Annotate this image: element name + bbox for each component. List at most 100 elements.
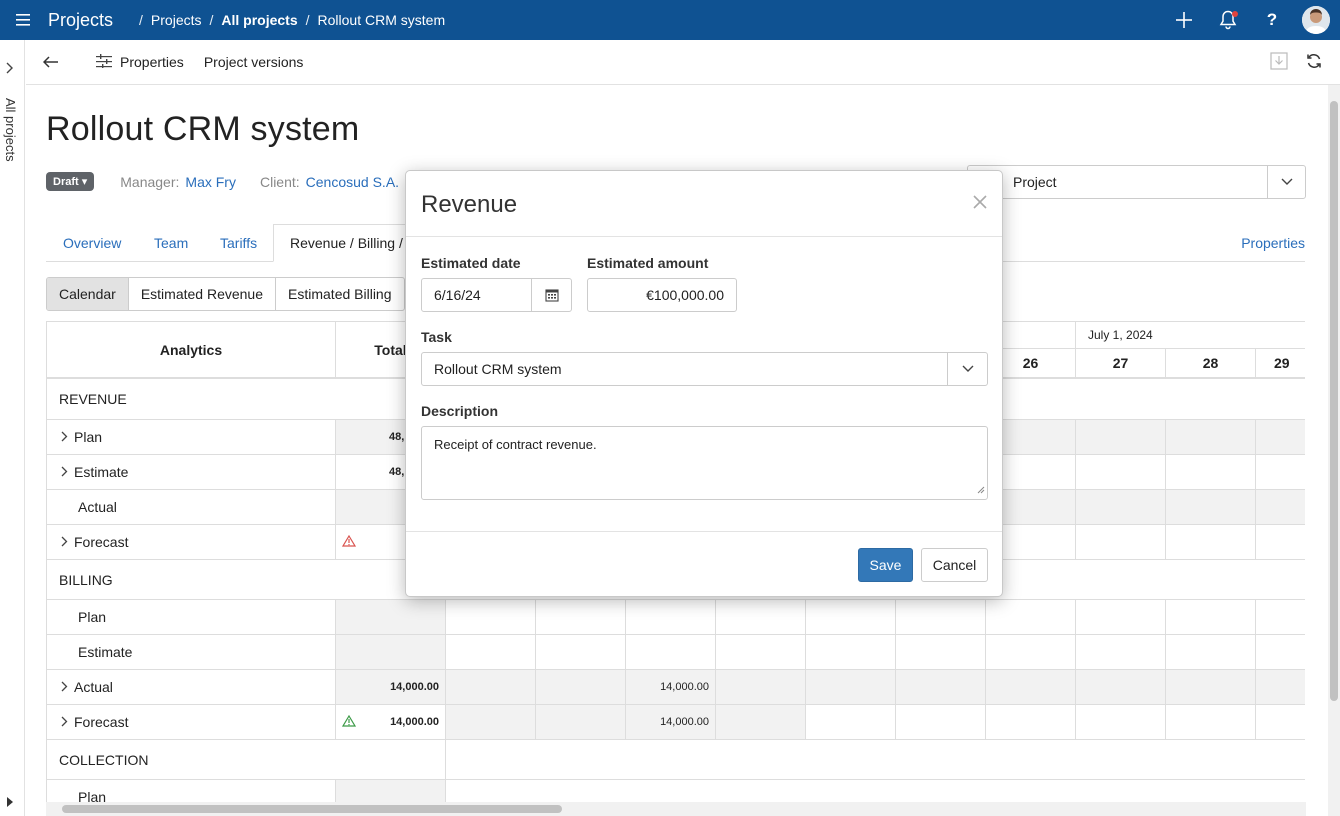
vertical-scrollbar[interactable] xyxy=(1328,85,1340,816)
grid-cell[interactable] xyxy=(1166,420,1256,455)
manager-link[interactable]: Max Fry xyxy=(185,174,236,190)
grid-cell[interactable] xyxy=(806,670,896,705)
grid-cell[interactable] xyxy=(1166,635,1256,670)
breadcrumb-all-projects[interactable]: All projects xyxy=(221,12,297,28)
grid-cell[interactable] xyxy=(1166,705,1256,740)
estimated-amount-field[interactable]: €100,000.00 xyxy=(587,278,737,312)
grid-cell[interactable] xyxy=(536,670,626,705)
tab-revenue-billing[interactable]: Revenue / Billing / xyxy=(273,224,420,262)
grid-cell[interactable] xyxy=(716,600,806,635)
save-button[interactable]: Save xyxy=(858,548,913,582)
row-label-plan[interactable]: Plan xyxy=(47,420,336,455)
grid-cell[interactable]: 14,000.00 xyxy=(626,705,716,740)
calendar-icon[interactable] xyxy=(531,279,571,311)
expand-chevron-icon[interactable] xyxy=(61,429,68,445)
grid-cell[interactable] xyxy=(1166,455,1256,490)
scroll-right-icon[interactable] xyxy=(7,797,13,810)
grid-cell[interactable] xyxy=(626,600,716,635)
expand-chevron-icon[interactable] xyxy=(61,534,68,550)
grid-cell[interactable] xyxy=(896,705,986,740)
menu-icon[interactable] xyxy=(0,0,48,40)
chevron-down-icon[interactable] xyxy=(947,353,987,385)
row-label-actual[interactable]: Actual xyxy=(47,670,336,705)
expand-chevron-icon[interactable] xyxy=(6,62,14,77)
status-badge[interactable]: Draft ▾ xyxy=(46,172,95,191)
grid-cell[interactable] xyxy=(1076,705,1166,740)
grid-cell[interactable] xyxy=(1076,490,1166,525)
grid-cell[interactable]: 14,000.00 xyxy=(626,670,716,705)
bell-icon[interactable] xyxy=(1206,0,1250,40)
grid-cell[interactable] xyxy=(1256,525,1305,560)
grid-cell[interactable] xyxy=(986,670,1076,705)
grid-cell[interactable] xyxy=(1166,670,1256,705)
grid-cell[interactable] xyxy=(986,600,1076,635)
grid-cell[interactable] xyxy=(536,635,626,670)
grid-cell[interactable] xyxy=(716,635,806,670)
grid-cell[interactable] xyxy=(1076,670,1166,705)
segment-estimated-revenue[interactable]: Estimated Revenue xyxy=(129,278,277,310)
client-link[interactable]: Cencosud S.A. xyxy=(306,174,399,190)
expand-chevron-icon[interactable] xyxy=(61,714,68,730)
segment-estimated-billing[interactable]: Estimated Billing xyxy=(276,278,404,310)
grid-cell[interactable] xyxy=(716,670,806,705)
rail-label[interactable]: All projects xyxy=(3,98,18,162)
horizontal-scrollbar[interactable] xyxy=(46,802,1306,816)
grid-cell[interactable] xyxy=(1256,455,1305,490)
scroll-thumb[interactable] xyxy=(1330,101,1338,701)
estimated-date-field[interactable]: 6/16/24 xyxy=(421,278,572,312)
tab-overview[interactable]: Overview xyxy=(63,224,121,262)
grid-cell[interactable] xyxy=(1076,600,1166,635)
grid-cell[interactable] xyxy=(986,635,1076,670)
task-select[interactable]: Rollout CRM system xyxy=(421,352,988,386)
row-label-forecast[interactable]: Forecast xyxy=(47,525,336,560)
expand-chevron-icon[interactable] xyxy=(61,464,68,480)
grid-cell[interactable] xyxy=(1256,600,1305,635)
row-label-estimate[interactable]: Estimate xyxy=(47,455,336,490)
grid-cell[interactable] xyxy=(1256,635,1305,670)
description-textarea[interactable]: Receipt of contract revenue. xyxy=(421,426,988,500)
row-label-forecast[interactable]: Forecast xyxy=(47,705,336,740)
expand-chevron-icon[interactable] xyxy=(61,679,68,695)
breadcrumb-projects[interactable]: Projects xyxy=(151,12,202,28)
avatar[interactable] xyxy=(1302,6,1330,34)
grid-cell[interactable] xyxy=(626,635,716,670)
grid-cell[interactable] xyxy=(806,635,896,670)
grid-cell[interactable] xyxy=(1256,670,1305,705)
grid-cell[interactable] xyxy=(536,705,626,740)
chevron-down-icon[interactable] xyxy=(1267,166,1305,198)
grid-cell[interactable] xyxy=(1166,525,1256,560)
grid-cell[interactable] xyxy=(1256,705,1305,740)
grid-cell[interactable] xyxy=(1076,525,1166,560)
tab-tariffs[interactable]: Tariffs xyxy=(220,224,257,262)
refresh-icon[interactable] xyxy=(1306,53,1322,72)
scroll-thumb[interactable] xyxy=(62,805,562,813)
close-icon[interactable] xyxy=(972,193,988,213)
grid-cell[interactable] xyxy=(446,635,536,670)
grid-cell[interactable] xyxy=(446,705,536,740)
grid-cell[interactable] xyxy=(446,670,536,705)
project-selector[interactable]: Project xyxy=(967,165,1306,199)
properties-button[interactable]: Properties xyxy=(96,53,184,71)
grid-cell[interactable] xyxy=(1076,635,1166,670)
tab-properties[interactable]: Properties xyxy=(1241,224,1305,262)
grid-cell[interactable] xyxy=(896,600,986,635)
resize-handle-icon[interactable] xyxy=(977,482,985,497)
grid-cell[interactable] xyxy=(536,600,626,635)
grid-cell[interactable] xyxy=(1256,490,1305,525)
tab-team[interactable]: Team xyxy=(154,224,188,262)
grid-cell[interactable] xyxy=(446,600,536,635)
grid-cell[interactable] xyxy=(986,705,1076,740)
cancel-button[interactable]: Cancel xyxy=(921,548,988,582)
grid-cell[interactable] xyxy=(896,670,986,705)
grid-cell[interactable] xyxy=(806,600,896,635)
app-title[interactable]: Projects xyxy=(48,10,113,31)
help-icon[interactable]: ? xyxy=(1250,0,1294,40)
grid-cell[interactable] xyxy=(1076,455,1166,490)
grid-cell[interactable] xyxy=(1166,600,1256,635)
download-icon[interactable] xyxy=(1270,51,1288,73)
grid-cell[interactable] xyxy=(806,705,896,740)
back-arrow-icon[interactable] xyxy=(26,40,76,84)
grid-cell[interactable] xyxy=(716,705,806,740)
grid-cell[interactable] xyxy=(1256,420,1305,455)
grid-cell[interactable] xyxy=(1166,490,1256,525)
